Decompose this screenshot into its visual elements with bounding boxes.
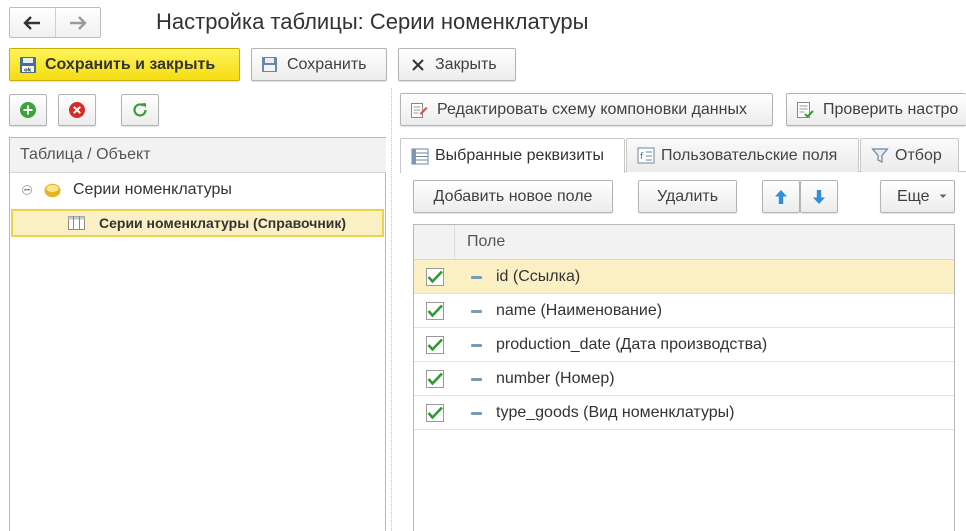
save-label: Сохранить: [287, 55, 367, 73]
table-icon: [68, 216, 85, 230]
arrow-down-icon: [813, 189, 825, 204]
arrow-left-icon: [23, 15, 41, 30]
plus-circle-icon: [20, 102, 36, 118]
checkmark-icon: [427, 304, 443, 318]
edit-schema-icon: [410, 101, 428, 119]
catalog-group-icon: [44, 183, 61, 198]
refresh-button[interactable]: [121, 94, 159, 126]
field-label: production_date (Дата производства): [496, 335, 768, 353]
tab-filter[interactable]: Отбор: [860, 138, 959, 172]
row-checkbox[interactable]: [426, 302, 444, 320]
delete-circle-icon: [69, 102, 85, 118]
field-label: id (Ссылка): [496, 267, 581, 285]
field-icon: [471, 378, 482, 381]
table-row[interactable]: production_date (Дата производства): [414, 328, 954, 362]
add-field-label: Добавить новое поле: [433, 187, 593, 205]
save-button[interactable]: Сохранить: [251, 48, 387, 81]
save-ok-icon: ok: [19, 56, 37, 74]
checkmark-icon: [427, 338, 443, 352]
checkmark-icon: [427, 406, 443, 420]
check-settings-label: Проверить настро: [823, 100, 959, 118]
panel-divider[interactable]: [391, 88, 392, 531]
close-icon: [411, 58, 425, 72]
save-and-close-button[interactable]: ok Сохранить и закрыть: [9, 48, 240, 81]
edit-schema-button[interactable]: Редактировать схему компоновки данных: [400, 93, 773, 126]
chevron-down-icon: [939, 194, 947, 198]
svg-text:ok: ok: [24, 67, 32, 73]
delete-field-label: Удалить: [656, 187, 719, 205]
more-label: Еще: [897, 187, 930, 205]
floppy-icon: [261, 56, 278, 73]
history-nav: [9, 7, 101, 38]
edit-schema-label: Редактировать схему компоновки данных: [437, 100, 747, 118]
custom-field-icon: f: [637, 147, 655, 164]
close-label: Закрыть: [435, 55, 497, 73]
table-row[interactable]: id (Ссылка): [414, 260, 954, 294]
field-label: name (Наименование): [496, 301, 663, 319]
page-title: Настройка таблицы: Серии номенклатуры: [156, 9, 589, 34]
field-icon: [471, 412, 482, 415]
add-field-button[interactable]: Добавить новое поле: [413, 180, 613, 213]
collapse-icon[interactable]: [22, 185, 32, 195]
tab-custom-fields[interactable]: f Пользовательские поля: [626, 138, 859, 172]
field-column-header: Поле: [467, 233, 506, 250]
tree-item-series[interactable]: Серии номенклатуры: [22, 178, 232, 202]
row-checkbox[interactable]: [426, 370, 444, 388]
tree-header: Таблица / Объект: [10, 138, 386, 173]
table-row[interactable]: type_goods (Вид номенклатуры): [414, 396, 954, 430]
fields-list-icon: [411, 148, 429, 165]
move-down-button[interactable]: [800, 180, 838, 213]
arrow-right-icon: [69, 15, 87, 30]
move-up-button[interactable]: [762, 180, 800, 213]
close-button[interactable]: Закрыть: [398, 48, 516, 81]
check-column-header: [414, 225, 455, 259]
fields-table[interactable]: Поле id (Ссылка) name (Наименование) pro…: [413, 224, 955, 531]
tab-selected-fields[interactable]: Выбранные реквизиты: [400, 138, 625, 173]
tree-item-series-catalog[interactable]: Серии номенклатуры (Справочник): [11, 209, 384, 237]
back-button[interactable]: [10, 8, 56, 37]
table-header: Поле: [414, 225, 954, 260]
table-row[interactable]: number (Номер): [414, 362, 954, 396]
check-settings-button[interactable]: Проверить настро: [786, 93, 966, 126]
forward-button[interactable]: [56, 8, 101, 37]
delete-field-button[interactable]: Удалить: [638, 180, 737, 213]
refresh-icon: [133, 103, 147, 117]
tree-item-label: Серии номенклатуры (Справочник): [99, 215, 347, 231]
arrow-up-icon: [775, 189, 787, 204]
row-checkbox[interactable]: [426, 404, 444, 422]
field-label: type_goods (Вид номенклатуры): [496, 403, 735, 421]
checkmark-icon: [427, 372, 443, 386]
filter-icon: [871, 147, 889, 164]
save-and-close-label: Сохранить и закрыть: [45, 55, 216, 73]
more-button[interactable]: Еще: [880, 180, 955, 213]
check-doc-icon: [796, 101, 814, 119]
row-checkbox[interactable]: [426, 336, 444, 354]
table-row[interactable]: name (Наименование): [414, 294, 954, 328]
delete-button[interactable]: [58, 94, 96, 126]
field-icon: [471, 310, 482, 313]
add-button[interactable]: [9, 94, 47, 126]
checkmark-icon: [427, 270, 443, 284]
row-checkbox[interactable]: [426, 268, 444, 286]
tab-label: Отбор: [895, 146, 942, 164]
tab-label: Выбранные реквизиты: [435, 147, 604, 164]
field-icon: [471, 344, 482, 347]
tree-item-label: Серии номенклатуры: [73, 181, 232, 198]
field-icon: [471, 276, 482, 279]
field-label: number (Номер): [496, 369, 615, 387]
tab-label: Пользовательские поля: [661, 146, 838, 164]
